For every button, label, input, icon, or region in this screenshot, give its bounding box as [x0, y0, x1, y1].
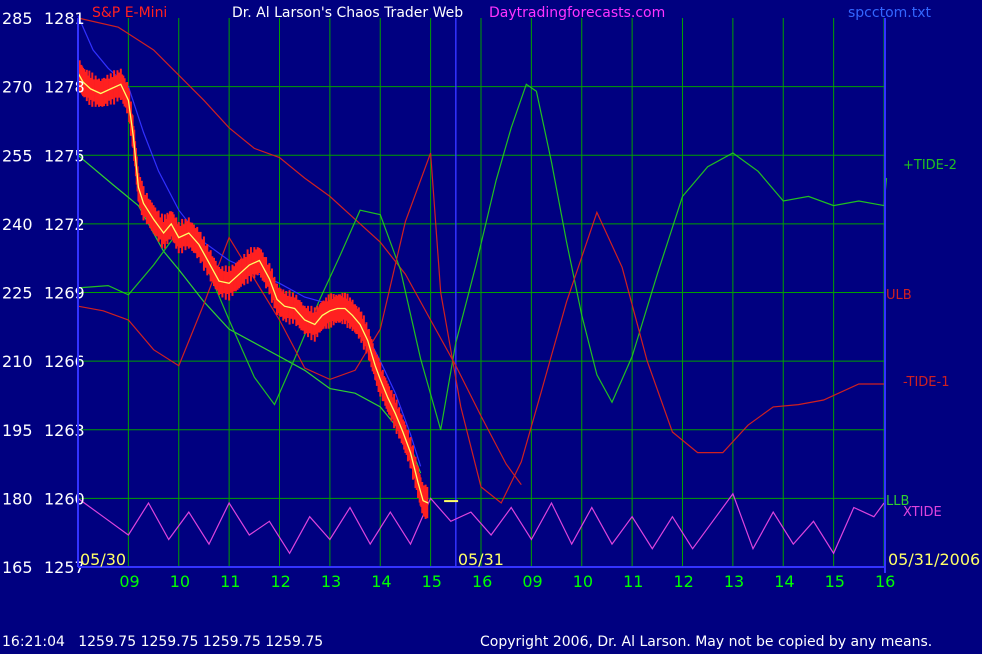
- x-tick: 16: [472, 572, 492, 591]
- x-tick: 13: [321, 572, 341, 591]
- x-tick: 14: [774, 572, 794, 591]
- data-file-label: spcctom.txt: [848, 5, 931, 21]
- left-index-tick: 180: [2, 489, 33, 508]
- x-tick: 12: [271, 572, 291, 591]
- xtide-label: XTIDE: [903, 505, 942, 520]
- left-index-tick: 270: [2, 78, 33, 97]
- chaos-trader-chart: 285 1281 270 1278 255 1275 240 1272 225 1269 210 12…: [0, 0, 982, 650]
- chart-title: Dr. Al Larson's Chaos Trader Web: [232, 5, 463, 21]
- x-tick: 11: [220, 572, 240, 591]
- x-tick: 11: [623, 572, 643, 591]
- x-tick: 10: [170, 572, 190, 591]
- ulb-label: ULB: [886, 288, 912, 303]
- symbol-label: S&P E-Mini: [92, 5, 167, 21]
- x-tick: 12: [674, 572, 694, 591]
- left-index-tick: 285: [2, 9, 33, 28]
- x-tick: 13: [724, 572, 744, 591]
- left-index-tick: 255: [2, 146, 33, 165]
- plus-tide-2-label: +TIDE-2: [903, 158, 957, 173]
- x-tick: 16: [875, 572, 895, 591]
- minus-tide-1-label: -TIDE-1: [903, 375, 949, 390]
- site-link[interactable]: Daytradingforecasts.com: [489, 5, 665, 21]
- x-tick: 15: [825, 572, 845, 591]
- left-index-tick: 195: [2, 421, 33, 440]
- x-tick: 15: [422, 572, 442, 591]
- date-label: 05/30: [80, 550, 126, 569]
- x-tick: 14: [371, 572, 391, 591]
- x-tick: 09: [119, 572, 139, 591]
- copyright-notice: Copyright 2006, Dr. Al Larson. May not b…: [480, 634, 932, 650]
- left-index-tick: 225: [2, 284, 33, 303]
- status-readout: 16:21:04 1259.75 1259.75 1259.75 1259.75: [2, 634, 323, 650]
- x-tick: 09: [522, 572, 542, 591]
- date-label: 05/31: [458, 550, 504, 569]
- left-index-tick: 210: [2, 352, 33, 371]
- date-label: 05/31/2006: [888, 550, 980, 569]
- x-tick: 10: [573, 572, 593, 591]
- left-index-tick: 240: [2, 215, 33, 234]
- left-index-tick: 165: [2, 558, 33, 577]
